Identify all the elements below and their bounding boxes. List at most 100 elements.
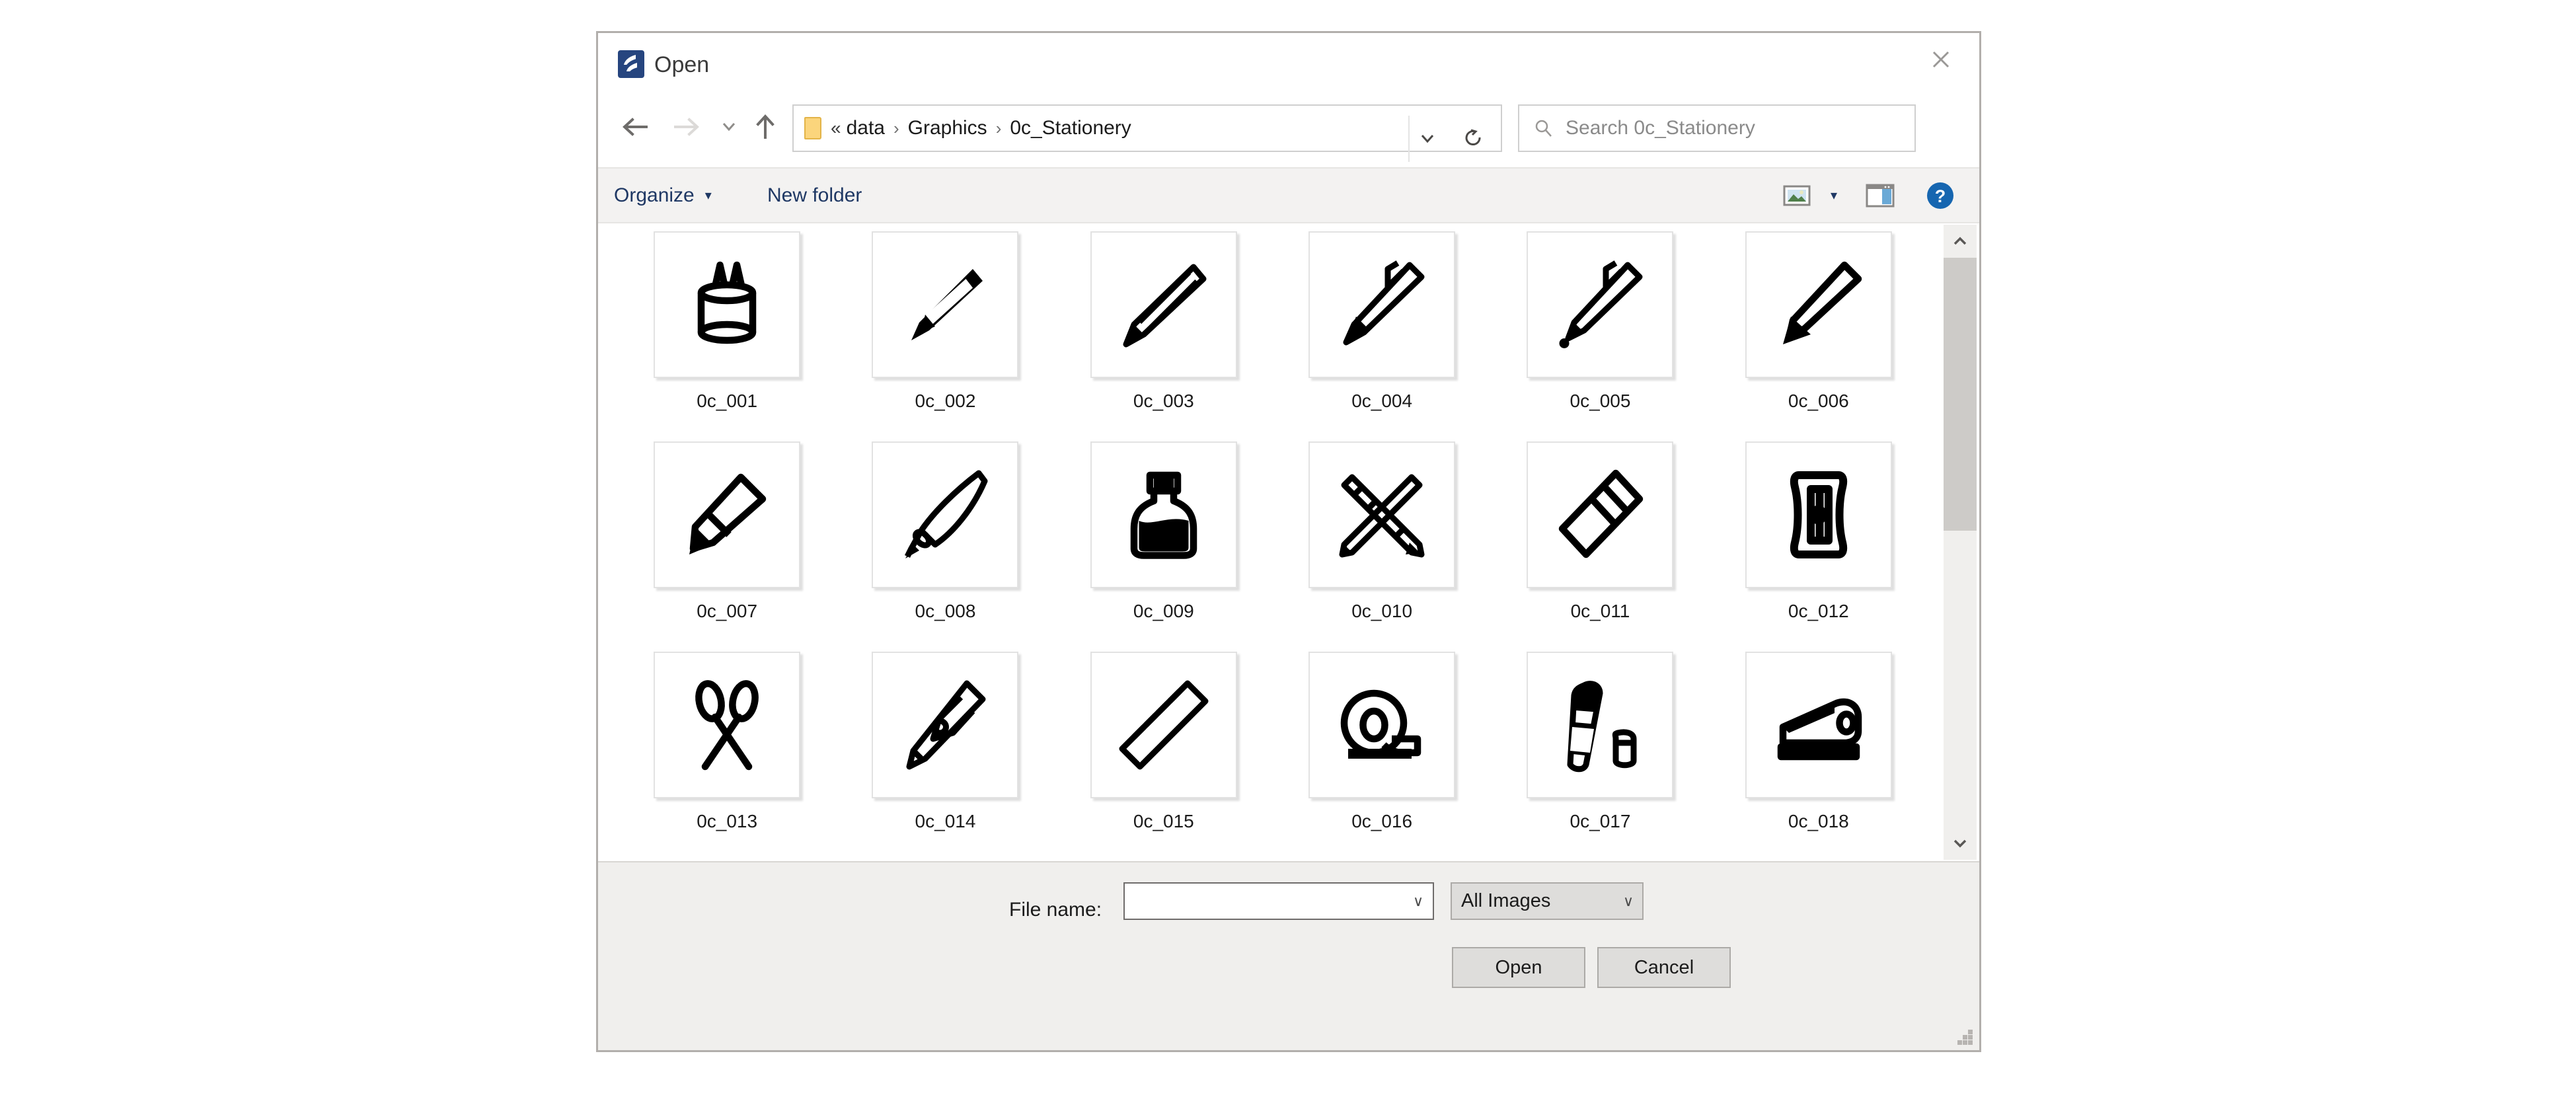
file-item[interactable]: 0c_016 [1273,652,1491,861]
file-label: 0c_004 [1351,391,1413,411]
open-file-dialog: Open « data › Graphics › 0c_Stationery S… [596,31,1981,1052]
breadcrumb-item-2[interactable]: 0c_Stationery [1010,117,1131,139]
file-label: 0c_011 [1570,601,1630,621]
box-cutter-icon [906,680,986,770]
scroll-down-button[interactable] [1944,827,1977,860]
file-item[interactable]: 0c_017 [1491,652,1709,861]
file-item[interactable]: 0c_006 [1710,231,1928,441]
file-thumbnail [1308,652,1456,798]
new-folder-button[interactable]: New folder [767,169,862,222]
file-label: 0c_015 [1133,811,1194,831]
toolbar: Organize ▾ New folder ▾ ? [598,167,1979,223]
file-label: 0c_006 [1788,391,1849,411]
file-thumbnail [1308,441,1456,588]
up-button[interactable] [745,106,786,147]
resize-grip-icon[interactable] [1953,1025,1973,1045]
breadcrumb-overflow[interactable]: « [831,118,841,139]
help-button[interactable]: ? [1918,169,1962,222]
close-button[interactable] [1909,33,1973,86]
file-thumbnail [1527,231,1674,378]
view-mode-dropdown[interactable]: ▾ [1818,169,1850,222]
pencil-sharpener-icon [1790,471,1847,558]
file-thumbnail [1745,231,1892,378]
file-item[interactable]: 0c_008 [836,441,1054,652]
stapler-icon [1777,698,1862,761]
search-box[interactable]: Search 0c_Stationery [1518,104,1916,152]
file-thumbnail [1090,652,1237,798]
striped-pencil-icon [1123,264,1207,348]
file-label: 0c_014 [915,811,976,831]
cancel-button[interactable]: Cancel [1597,947,1731,988]
organize-label: Organize [614,184,695,206]
dialog-footer: File name: ∨ All Images ∨ Open Cancel [598,861,1979,1050]
eraser-icon [1559,469,1644,558]
file-item[interactable]: 0c_005 [1491,231,1709,441]
close-icon [1932,51,1950,68]
pencil-icon [911,269,983,340]
file-thumbnail [1527,441,1674,588]
refresh-button[interactable] [1451,116,1497,162]
file-item[interactable]: 0c_007 [618,441,836,652]
file-label: 0c_008 [915,601,976,621]
scrollbar-thumb[interactable] [1944,258,1977,531]
chevron-down-icon[interactable]: ∨ [1404,893,1433,910]
svg-text:?: ? [1935,186,1946,206]
file-item[interactable]: 0c_002 [836,231,1054,441]
chevron-down-icon [1421,135,1434,143]
breadcrumb-item-0[interactable]: data [847,117,885,139]
file-thumbnail [1090,441,1237,588]
forward-button [667,106,708,147]
file-item[interactable]: 0c_015 [1055,652,1273,861]
file-name-combobox[interactable]: ∨ [1123,882,1434,920]
file-item[interactable]: 0c_018 [1710,652,1928,861]
forward-arrow-icon [674,118,699,136]
file-label: 0c_010 [1351,601,1413,621]
file-item[interactable]: 0c_012 [1710,441,1928,652]
scissors-icon [695,680,759,771]
pen-with-clip-icon [1343,260,1425,346]
file-item[interactable]: 0c_011 [1491,441,1709,652]
breadcrumb-item-1[interactable]: Graphics [908,117,987,139]
file-item[interactable]: 0c_003 [1055,231,1273,441]
vertical-scrollbar[interactable] [1944,225,1977,860]
breadcrumb: « data › Graphics › 0c_Stationery [831,117,1131,139]
file-label: 0c_016 [1351,811,1413,831]
back-button[interactable] [614,106,655,147]
open-button[interactable]: Open [1452,947,1585,988]
file-label: 0c_013 [697,811,758,831]
file-thumbnail [1745,441,1892,588]
organize-button[interactable]: Organize ▾ [614,169,712,222]
file-thumbnail [872,441,1019,588]
file-thumbnail [1308,231,1456,378]
app-icon [618,50,644,78]
file-item[interactable]: 0c_001 [618,231,836,441]
address-bar[interactable]: « data › Graphics › 0c_Stationery [792,104,1502,162]
preview-pane-button[interactable] [1860,169,1900,222]
address-bar-row: « data › Graphics › 0c_Stationery Search… [598,95,1979,167]
search-input[interactable]: Search 0c_Stationery [1566,117,1755,139]
view-thumbnails-icon [1783,185,1811,206]
recent-locations-button[interactable] [716,106,742,147]
refresh-icon [1465,129,1481,145]
title-bar: Open [598,33,1979,95]
view-mode-button[interactable] [1778,169,1815,222]
chevron-down-icon: ▾ [704,188,712,203]
address-dropdown-button[interactable] [1408,116,1445,162]
scroll-up-button[interactable] [1944,225,1977,258]
file-item[interactable]: 0c_014 [836,652,1054,861]
file-item[interactable]: 0c_009 [1055,441,1273,652]
help-icon: ? [1927,182,1953,209]
file-item[interactable]: 0c_013 [618,652,836,861]
file-type-select[interactable]: All Images ∨ [1451,882,1644,920]
back-arrow-icon [623,118,648,136]
file-label: 0c_018 [1788,811,1849,831]
file-label: 0c_007 [697,601,758,621]
up-arrow-icon [756,114,775,139]
file-thumbnail [872,231,1019,378]
scrollbar-track[interactable] [1944,258,1977,827]
file-label: 0c_003 [1133,391,1194,411]
glue-stick-icon [1567,681,1637,773]
file-item[interactable]: 0c_010 [1273,441,1491,652]
ruler-icon [1119,680,1209,770]
file-item[interactable]: 0c_004 [1273,231,1491,441]
